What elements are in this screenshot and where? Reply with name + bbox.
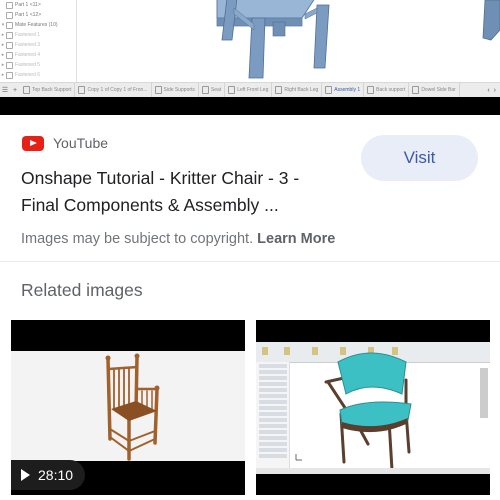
copyright-text: Images may be subject to copyright. xyxy=(21,231,254,247)
feature-tree-label: Fastened 6 xyxy=(15,72,41,78)
feature-tree-item[interactable]: ▸ Fastened 6 xyxy=(0,70,76,80)
part-studio-icon xyxy=(367,86,375,94)
source[interactable]: YouTube xyxy=(22,135,108,151)
document-tab[interactable]: Copy 1 of Copy 1 of Fron... xyxy=(75,83,152,97)
part-icon xyxy=(6,31,13,39)
feature-tree-label: Mate Features (10) xyxy=(15,22,58,28)
document-tab[interactable]: Side Supports xyxy=(152,83,199,97)
cad-viewport xyxy=(77,0,500,82)
feature-tree-item[interactable]: ▸ Fastened 1 xyxy=(0,30,76,40)
tab-label: Assembly 1 xyxy=(334,86,361,93)
part-icon xyxy=(6,61,13,69)
part-studio-icon xyxy=(78,86,86,94)
feature-tree-item[interactable]: Part 1 <12> xyxy=(0,10,76,20)
part-studio-icon xyxy=(275,86,283,94)
thumbnail-content xyxy=(256,342,490,474)
part-studio-icon xyxy=(228,86,236,94)
tab-label: Right Back Leg xyxy=(284,87,319,93)
cad-screenshot: Part 1 <11> Part 1 <12> ▾ Mate Features (10… xyxy=(0,0,500,97)
part-studio-icon xyxy=(154,86,162,94)
tab-label: Side Supports xyxy=(163,87,195,93)
result-card: YouTube Onshape Tutorial - Kritter Chair… xyxy=(0,115,500,262)
part-icon xyxy=(6,11,13,19)
tab-label: Seat xyxy=(210,87,222,93)
tab-label: Top Back Support xyxy=(32,87,72,93)
youtube-logo-icon xyxy=(22,135,44,151)
tab-label: Left Front Leg xyxy=(237,87,269,93)
document-tab[interactable]: Top Back Support xyxy=(20,83,76,97)
menu-icon[interactable]: ☰ xyxy=(0,86,10,94)
mate-icon xyxy=(6,21,13,29)
document-tab[interactable]: Dowel Side Bar xyxy=(409,83,460,97)
feature-tree-item[interactable]: ▸ Fastened 5 xyxy=(0,60,76,70)
document-tab[interactable]: Seat xyxy=(199,83,226,97)
feature-tree-item[interactable]: ▾ Mate Features (10) xyxy=(0,20,76,30)
tab-label: Dowel Side Bar xyxy=(421,87,456,93)
part-studio-icon xyxy=(412,86,420,94)
document-tab[interactable]: Right Back Leg xyxy=(272,83,323,97)
learn-more-link[interactable]: Learn More xyxy=(257,231,335,247)
feature-tree-item[interactable]: Part 1 <11> xyxy=(0,0,76,10)
result-title[interactable]: Onshape Tutorial - Kritter Chair - 3 - F… xyxy=(21,165,341,219)
part-icon xyxy=(6,51,13,59)
part-icon xyxy=(6,1,13,9)
add-tab-icon[interactable]: + xyxy=(10,87,20,94)
feature-tree-item[interactable]: ▸ Fastened 4 xyxy=(0,50,76,60)
thumbnail-content xyxy=(11,351,245,461)
feature-tree-label: Fastened 1 xyxy=(15,32,41,38)
document-tabs: ☰ + Top Back Support Copy 1 of Copy 1 of … xyxy=(0,82,500,97)
part-icon xyxy=(6,41,13,49)
document-tab[interactable]: Assembly 1 xyxy=(322,83,365,97)
chevron-right-icon[interactable]: › xyxy=(494,87,496,94)
preview-image[interactable]: Part 1 <11> Part 1 <12> ▾ Mate Features (10… xyxy=(0,0,500,115)
copyright-notice: Images may be subject to copyright. Lear… xyxy=(21,231,335,247)
tab-label: Copy 1 of Copy 1 of Fron... xyxy=(87,87,148,93)
document-tab[interactable]: Left Front Leg xyxy=(225,83,273,97)
tab-label: Back support xyxy=(376,87,406,93)
feature-tree-label: Part 1 <12> xyxy=(15,12,42,18)
part-icon xyxy=(6,71,13,79)
video-duration-badge: 28:10 xyxy=(11,460,86,490)
part-studio-icon xyxy=(23,86,30,94)
chevron-left-icon[interactable]: ‹ xyxy=(487,87,489,94)
document-tab[interactable]: Back support xyxy=(364,83,410,97)
feature-tree-label: Fastened 5 xyxy=(15,62,41,68)
visit-button[interactable]: Visit xyxy=(361,135,478,181)
wooden-chair-image xyxy=(105,353,160,461)
feature-tree-label: Fastened 3 xyxy=(15,42,41,48)
tab-navigation: ‹ › xyxy=(487,87,500,94)
cad-status-bar xyxy=(256,468,490,474)
feature-tree-item[interactable]: ▸ Fastened 3 xyxy=(0,40,76,50)
part-studio-icon xyxy=(201,86,209,94)
related-image-2[interactable] xyxy=(256,320,490,495)
teal-chair-image xyxy=(295,352,412,472)
cad-chair-model xyxy=(216,0,500,79)
feature-tree-label: Part 1 <11> xyxy=(15,2,41,8)
assembly-icon xyxy=(325,85,333,94)
play-icon xyxy=(21,469,30,481)
related-images-heading: Related images xyxy=(21,280,143,300)
feature-tree-label: Fastened 4 xyxy=(15,52,41,58)
feature-tree: Part 1 <11> Part 1 <12> ▾ Mate Features (10… xyxy=(0,0,77,82)
duration-text: 28:10 xyxy=(38,467,74,483)
related-image-1[interactable]: 28:10 xyxy=(11,320,245,495)
source-name: YouTube xyxy=(53,135,109,151)
